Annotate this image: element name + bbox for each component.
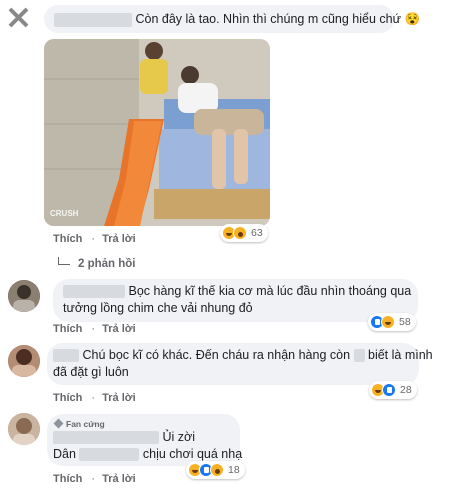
redacted-name[interactable] xyxy=(79,448,140,462)
comment-actions: Thích · Trả lời xyxy=(53,473,142,485)
avatar[interactable] xyxy=(8,413,40,445)
reply-link[interactable]: Trả lời xyxy=(102,323,136,335)
wow-icon xyxy=(233,226,247,240)
user-photo-icon xyxy=(8,280,40,312)
comment-text-line2-end: chịu chơi quá nhạ xyxy=(142,447,243,461)
comment-actions: Thích · Trả lời xyxy=(53,323,142,335)
comment-bubble: Chú bọc kĩ có khác. Đến cháu ra nhận hàn… xyxy=(47,343,433,385)
reply-arrow-icon xyxy=(58,257,70,265)
avatar[interactable] xyxy=(5,4,35,34)
reply-link[interactable]: Trả lời xyxy=(102,473,136,485)
redacted-text xyxy=(353,349,365,363)
separator: · xyxy=(91,473,96,485)
comment-actions: Thích · Trả lời xyxy=(53,233,142,245)
photo-watermark: CRUSH xyxy=(50,209,79,218)
dizzy-emoji: 😵 xyxy=(404,12,421,26)
like-link[interactable]: Thích xyxy=(53,473,82,485)
reaction-summary[interactable]: 58 xyxy=(368,313,416,331)
haha-icon xyxy=(381,315,395,329)
comment-text-line1: Ủi zời xyxy=(162,430,195,444)
separator: · xyxy=(91,323,96,335)
reaction-count: 63 xyxy=(251,227,263,239)
separator: · xyxy=(91,392,96,404)
fan-badge: Fan cứng xyxy=(53,418,105,429)
reply-link[interactable]: Trả lời xyxy=(102,233,136,245)
comment-text-line2-start: Dân xyxy=(53,447,76,461)
comment-bubble: Fan cứng Ủi zời Dân chịu chơi quá nhạ xyxy=(47,414,243,466)
comment-text-line1: Chú bọc kĩ có khác. Đến cháu ra nhận hàn… xyxy=(82,348,351,362)
like-link[interactable]: Thích xyxy=(53,233,82,245)
diamond-icon xyxy=(53,418,64,429)
user-photo-icon xyxy=(8,413,40,445)
comment-text-line1-end: biết là mình xyxy=(368,348,433,362)
commenter-name[interactable] xyxy=(63,285,125,299)
wow-icon xyxy=(210,463,224,477)
comment-bubble: Còn đây là tao. Nhìn thì chúng m cũng hi… xyxy=(44,5,420,33)
comment-text: Còn đây là tao. Nhìn thì chúng m cũng hi… xyxy=(135,12,401,26)
comment-bubble: Bọc hàng kĩ thế kia cơ mà lúc đầu nhìn t… xyxy=(53,279,418,322)
blurred-avatar-icon xyxy=(8,7,29,28)
reaction-count: 58 xyxy=(399,316,411,328)
like-link[interactable]: Thích xyxy=(53,392,82,404)
commenter-name[interactable] xyxy=(54,12,132,27)
view-replies-link[interactable]: 2 phản hồi xyxy=(58,257,136,270)
avatar[interactable] xyxy=(8,345,40,377)
like-icon xyxy=(382,383,396,397)
commenter-name[interactable] xyxy=(53,349,79,363)
reaction-count: 18 xyxy=(228,464,240,476)
user-photo-icon xyxy=(8,345,40,377)
photo-illustration xyxy=(44,39,270,226)
avatar[interactable] xyxy=(8,280,40,312)
reaction-summary[interactable]: 28 xyxy=(369,381,417,399)
reply-link[interactable]: Trả lời xyxy=(102,392,136,404)
commenter-name[interactable] xyxy=(53,431,159,445)
comment-text-line2: đã đặt gì luôn xyxy=(53,365,129,379)
reaction-count: 28 xyxy=(400,384,412,396)
comment-photo[interactable]: CRUSH xyxy=(44,39,270,226)
separator: · xyxy=(91,233,96,245)
like-link[interactable]: Thích xyxy=(53,323,82,335)
reaction-summary[interactable]: 18 xyxy=(186,461,245,479)
reaction-summary[interactable]: 63 xyxy=(220,224,268,242)
comment-text-line2: tưởng lồng chim che vải nhung đỏ xyxy=(63,301,253,315)
comment-text-line1: Bọc hàng kĩ thế kia cơ mà lúc đầu nhìn t… xyxy=(128,284,412,298)
comment-actions: Thích · Trả lời xyxy=(53,392,142,404)
